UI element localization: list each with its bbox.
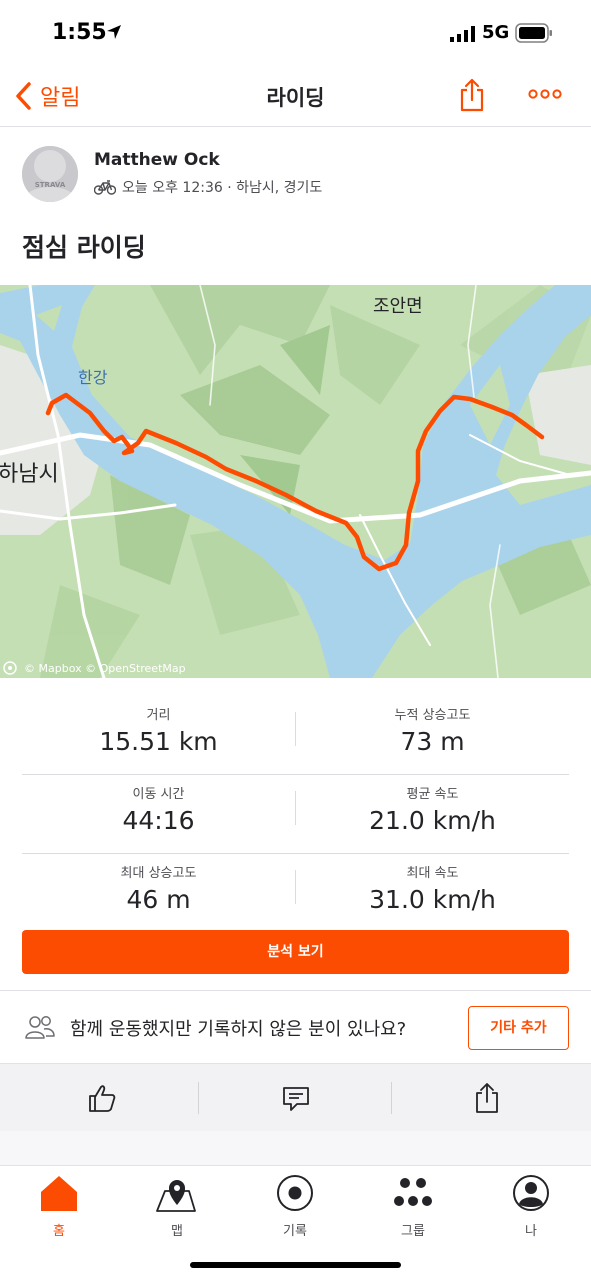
action-divider bbox=[198, 1082, 199, 1114]
action-divider bbox=[391, 1082, 392, 1114]
stats-row: 이동 시간 44:16 평균 속도 21.0 km/h bbox=[22, 775, 569, 854]
cellular-signal-icon bbox=[450, 26, 475, 42]
tab-you[interactable]: 나 bbox=[491, 1172, 571, 1239]
tab-label: 홈 bbox=[53, 1224, 65, 1239]
stat-max-elevation: 최대 상승고도 46 m bbox=[22, 862, 295, 914]
tab-groups[interactable]: 그룹 bbox=[373, 1172, 453, 1239]
stat-value: 46 m bbox=[126, 885, 191, 914]
stat-value: 21.0 km/h bbox=[369, 806, 496, 835]
page-title: 라이딩 bbox=[266, 86, 325, 110]
map-canvas: 조안면 한강 하남시 © Mapbox © OpenStreetMap bbox=[0, 283, 591, 680]
stat-moving-time: 이동 시간 44:16 bbox=[22, 783, 295, 835]
bike-icon bbox=[94, 179, 116, 195]
map-label-hanam: 하남시 bbox=[0, 462, 59, 487]
route-map[interactable]: 조안면 한강 하남시 © Mapbox © OpenStreetMap bbox=[0, 283, 591, 680]
share-icon bbox=[460, 78, 484, 112]
profile-icon bbox=[513, 1175, 549, 1211]
stat-value: 73 m bbox=[400, 727, 465, 756]
stat-label: 최대 속도 bbox=[406, 866, 459, 881]
stats-row: 최대 상승고도 46 m 최대 속도 31.0 km/h bbox=[22, 854, 569, 932]
share-icon bbox=[476, 1083, 498, 1113]
stat-value: 15.51 km bbox=[99, 727, 218, 756]
tab-label: 그룹 bbox=[401, 1224, 425, 1239]
tag-prompt-text: 함께 운동했지만 기록하지 않은 분이 있나요? bbox=[70, 1019, 407, 1040]
map-label-joan: 조안면 bbox=[373, 296, 423, 317]
more-icon bbox=[528, 89, 562, 99]
more-options-button[interactable] bbox=[528, 86, 562, 105]
tab-record[interactable]: 기록 bbox=[255, 1172, 335, 1239]
tab-maps[interactable]: 맵 bbox=[137, 1172, 217, 1239]
avatar[interactable]: STRAVA bbox=[22, 146, 78, 202]
home-icon bbox=[41, 1176, 77, 1211]
activity-title: 점심 라이딩 bbox=[22, 233, 146, 262]
people-icon bbox=[25, 1016, 55, 1039]
athlete-name[interactable]: Matthew Ock bbox=[94, 150, 220, 170]
thumbs-up-icon bbox=[89, 1085, 116, 1112]
avatar-text: STRAVA bbox=[35, 181, 66, 189]
map-icon bbox=[156, 1180, 196, 1212]
share-button[interactable] bbox=[458, 78, 486, 116]
kudos-button[interactable] bbox=[82, 1078, 122, 1118]
activity-date-location: 오늘 오후 12:36 · 하남시, 경기도 bbox=[122, 180, 323, 196]
navigation-bar: 알림 라이딩 bbox=[0, 66, 591, 127]
stat-elevation-gain: 누적 상승고도 73 m bbox=[296, 704, 569, 756]
feed-spacer bbox=[0, 1131, 591, 1165]
social-action-bar bbox=[0, 1063, 591, 1132]
stat-label: 거리 bbox=[146, 708, 171, 723]
stat-label: 최대 상승고도 bbox=[120, 866, 197, 881]
stat-value: 31.0 km/h bbox=[369, 885, 496, 914]
avatar-image: STRAVA bbox=[22, 146, 78, 202]
section-divider bbox=[0, 990, 591, 991]
stat-label: 누적 상승고도 bbox=[394, 708, 471, 723]
activity-meta: 오늘 오후 12:36 · 하남시, 경기도 bbox=[94, 177, 322, 197]
stats-grid: 거리 15.51 km 누적 상승고도 73 m 이동 시간 44:16 평균 … bbox=[22, 696, 569, 932]
map-attribution: © Mapbox © OpenStreetMap bbox=[24, 662, 186, 675]
stat-label: 평균 속도 bbox=[406, 787, 459, 802]
stat-distance: 거리 15.51 km bbox=[22, 704, 295, 756]
map-label-hangang: 한강 bbox=[78, 368, 108, 387]
comment-button[interactable] bbox=[276, 1078, 316, 1118]
network-type: 5G bbox=[482, 22, 510, 43]
share-activity-button[interactable] bbox=[467, 1078, 507, 1118]
location-arrow-icon bbox=[107, 25, 121, 39]
home-indicator bbox=[190, 1262, 401, 1268]
comment-icon bbox=[283, 1087, 309, 1111]
tab-label: 기록 bbox=[283, 1224, 307, 1239]
record-icon bbox=[277, 1175, 313, 1211]
groups-icon bbox=[394, 1178, 432, 1206]
stats-row: 거리 15.51 km 누적 상승고도 73 m bbox=[22, 696, 569, 775]
stat-max-speed: 최대 속도 31.0 km/h bbox=[296, 862, 569, 914]
battery-icon bbox=[515, 23, 552, 43]
stat-avg-speed: 평균 속도 21.0 km/h bbox=[296, 783, 569, 835]
tab-label: 나 bbox=[525, 1224, 537, 1239]
stat-value: 44:16 bbox=[122, 806, 195, 835]
status-bar: 1:55 5G bbox=[0, 0, 591, 66]
tab-home[interactable]: 홈 bbox=[19, 1172, 99, 1239]
tab-label: 맵 bbox=[171, 1224, 183, 1239]
status-time: 1:55 bbox=[52, 20, 107, 45]
view-analysis-button[interactable]: 분석 보기 bbox=[22, 930, 569, 974]
add-others-button[interactable]: 기타 추가 bbox=[468, 1006, 569, 1050]
stat-label: 이동 시간 bbox=[132, 787, 185, 802]
